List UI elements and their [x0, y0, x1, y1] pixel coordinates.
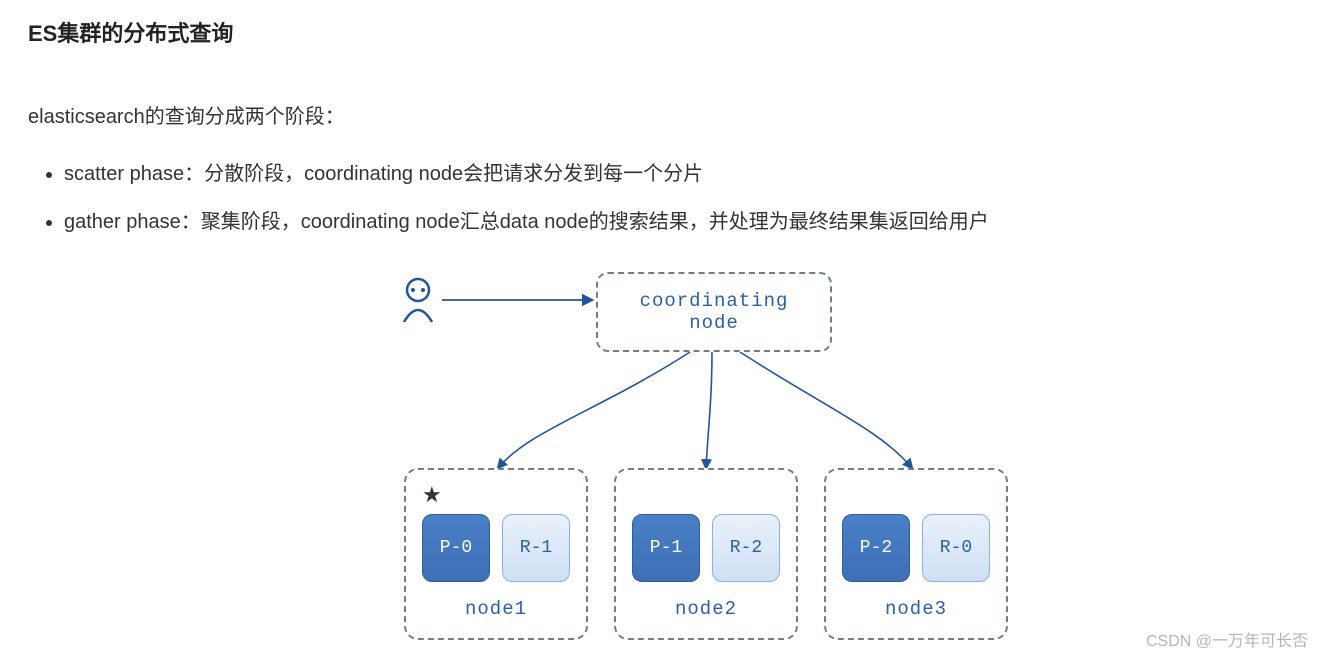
data-node-3: P-2 R-0 node3: [824, 468, 1008, 640]
user-icon: [396, 276, 440, 336]
watermark-text: CSDN @一万年可长否: [1146, 627, 1308, 651]
node-label-3: node3: [826, 598, 1006, 620]
shard-primary-2: P-2: [842, 514, 910, 582]
intro-text: elasticsearch的查询分成两个阶段：: [28, 100, 345, 129]
data-node-1: ★ P-0 R-1 node1: [404, 468, 588, 640]
master-star-icon: ★: [422, 482, 442, 508]
shard-primary-0: P-0: [422, 514, 490, 582]
page-title: ES集群的分布式查询: [28, 16, 233, 48]
bullet-scatter: scatter phase：分散阶段，coordinating node会把请求…: [64, 150, 989, 198]
bullet-list: scatter phase：分散阶段，coordinating node会把请求…: [28, 150, 989, 246]
shard-replica-1: R-1: [502, 514, 570, 582]
shard-replica-2: R-2: [712, 514, 780, 582]
coordinating-label-1: coordinating: [640, 290, 789, 312]
coordinating-node-box: coordinating node: [596, 272, 832, 352]
architecture-diagram: coordinating node ★ P-0 R-1 node1 P-1 R-…: [0, 260, 1318, 660]
shard-primary-1: P-1: [632, 514, 700, 582]
node-label-2: node2: [616, 598, 796, 620]
coordinating-label-2: node: [689, 312, 739, 334]
shard-replica-0: R-0: [922, 514, 990, 582]
data-node-2: P-1 R-2 node2: [614, 468, 798, 640]
bullet-gather: gather phase：聚集阶段，coordinating node汇总dat…: [64, 198, 989, 246]
node-label-1: node1: [406, 598, 586, 620]
